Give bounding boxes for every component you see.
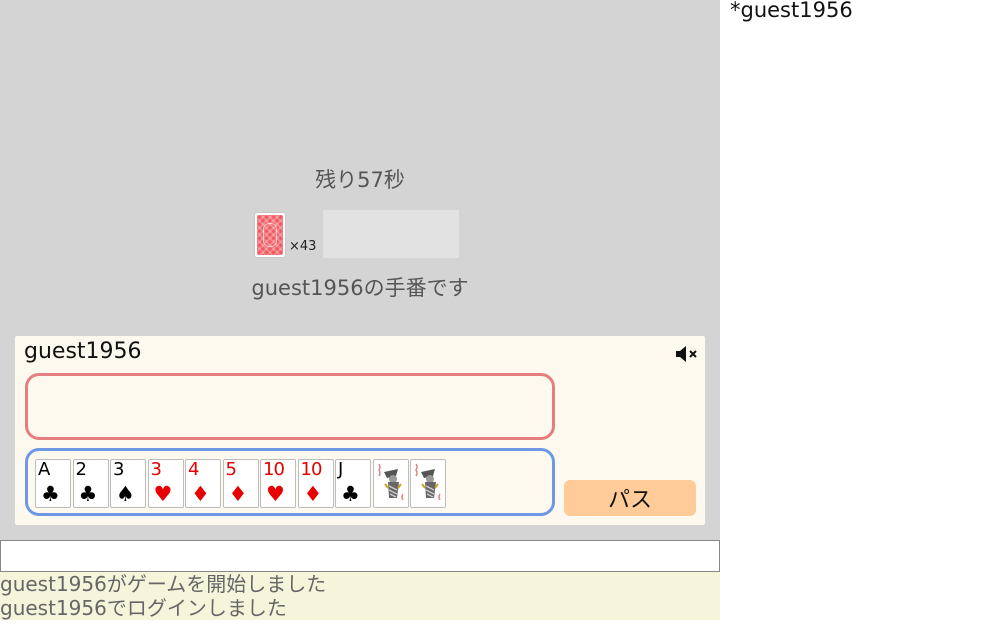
game-area: 残り57秒 ×43 guest1956の手番です guest1956 A ♣ 2 ♣ 3… bbox=[0, 0, 720, 540]
turn-timer: 残り57秒 bbox=[315, 168, 405, 192]
player-name: guest1956 bbox=[24, 339, 142, 364]
discard-field bbox=[323, 210, 459, 258]
user-list-item[interactable]: *guest1956 bbox=[730, 0, 853, 22]
card-rank: J bbox=[338, 459, 343, 480]
hand-card[interactable]: 3 ♥ bbox=[147, 459, 184, 508]
chat-log: guest1956がゲームを開始しました guest1956でログインしました bbox=[0, 572, 720, 620]
card-suit-icon: ♣ bbox=[41, 482, 60, 506]
user-list: *guest1956 bbox=[730, 0, 853, 22]
card-rank: 3 bbox=[113, 459, 124, 480]
card-suit-icon: ♥ bbox=[153, 482, 173, 506]
joker-icon bbox=[377, 463, 404, 501]
hand-card[interactable]: 4 ♦ bbox=[185, 459, 221, 508]
hand-card[interactable]: 5 ♦ bbox=[222, 459, 259, 508]
card-suit-icon: ♦ bbox=[191, 482, 210, 506]
hand-card-joker[interactable] bbox=[372, 459, 409, 508]
hand-card[interactable]: 2 ♣ bbox=[72, 459, 109, 508]
card-rank: A bbox=[38, 459, 50, 480]
deck-count: ×43 bbox=[289, 239, 317, 254]
hand-card[interactable]: 10 ♦ bbox=[297, 459, 334, 508]
joker-icon bbox=[415, 463, 441, 501]
turn-message: guest1956の手番です bbox=[251, 276, 469, 300]
card-rank: 4 bbox=[188, 459, 199, 480]
play-zone[interactable] bbox=[25, 373, 555, 440]
card-suit-icon: ♣ bbox=[341, 482, 360, 506]
deck-pile[interactable] bbox=[254, 212, 286, 258]
card-rank: 2 bbox=[75, 459, 87, 480]
card-suit-icon: ♦ bbox=[303, 482, 323, 506]
card-rank: 10 bbox=[300, 459, 323, 480]
speaker-muted-icon[interactable] bbox=[675, 344, 699, 364]
player-panel: guest1956 A ♣ 2 ♣ 3 ♠ 3 ♥ 4 ♦ 5 ♦ 10 ♥ 10 ♦ J ♣ パス bbox=[15, 336, 705, 525]
hand-card[interactable]: 10 ♥ bbox=[260, 459, 296, 508]
card-rank: 3 bbox=[150, 459, 162, 480]
hand-zone: A ♣ 2 ♣ 3 ♠ 3 ♥ 4 ♦ 5 ♦ 10 ♥ 10 ♦ J ♣ bbox=[25, 448, 555, 516]
hand-card[interactable]: J ♣ bbox=[335, 459, 371, 508]
card-back-icon bbox=[257, 215, 283, 255]
pass-button[interactable]: パス bbox=[564, 480, 696, 516]
card-suit-icon: ♠ bbox=[116, 482, 135, 506]
hand-card-joker[interactable] bbox=[410, 459, 446, 508]
log-line: guest1956がゲームを開始しました bbox=[0, 572, 327, 596]
card-suit-icon: ♥ bbox=[266, 482, 285, 506]
hand-card[interactable]: A ♣ bbox=[35, 459, 71, 508]
card-suit-icon: ♦ bbox=[228, 482, 248, 506]
card-rank: 10 bbox=[263, 459, 285, 480]
chat-input[interactable] bbox=[0, 540, 720, 572]
card-rank: 5 bbox=[225, 459, 237, 480]
card-suit-icon: ♣ bbox=[78, 482, 98, 506]
hand-card[interactable]: 3 ♠ bbox=[110, 459, 146, 508]
log-line: guest1956でログインしました bbox=[0, 596, 287, 620]
